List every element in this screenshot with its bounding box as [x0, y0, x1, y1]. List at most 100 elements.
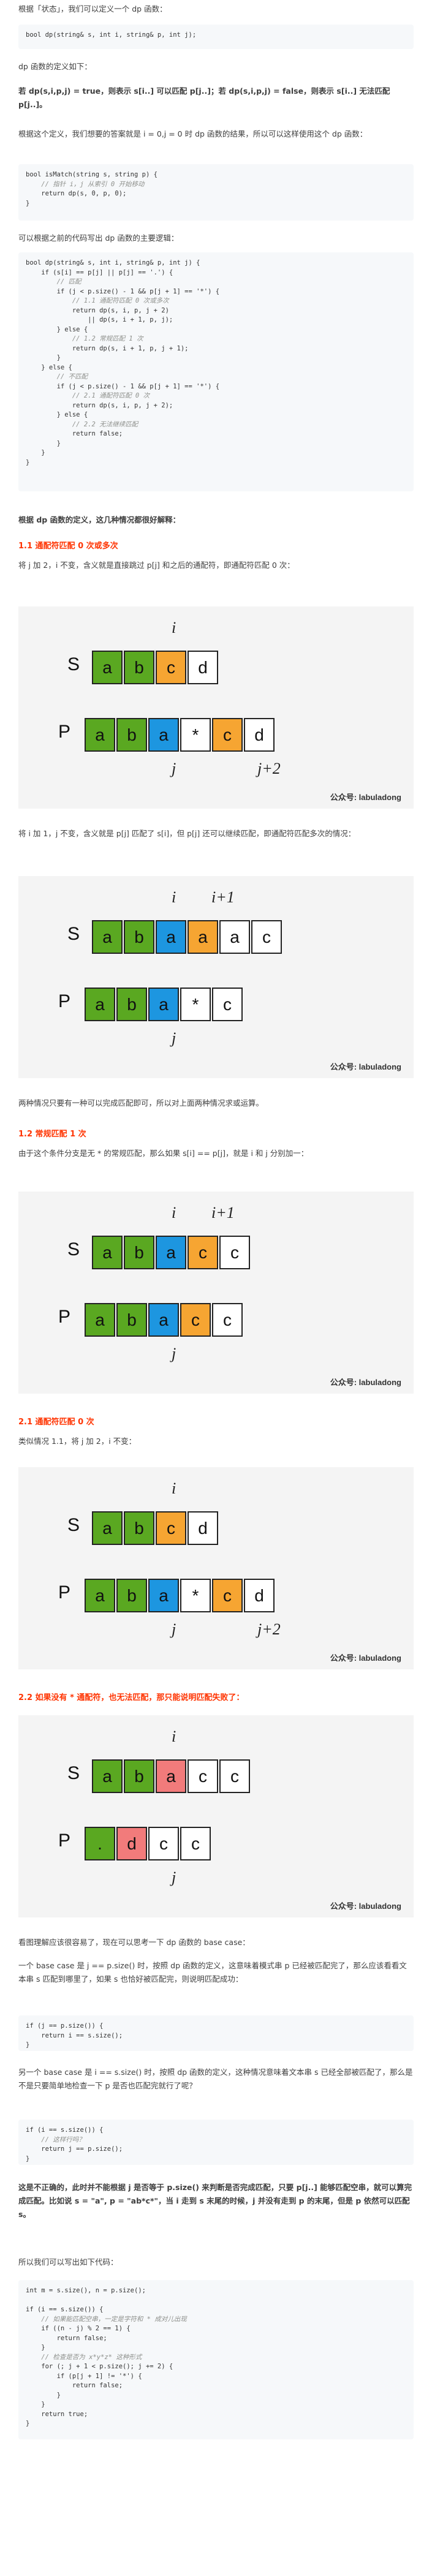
p-cell: d — [244, 1579, 275, 1612]
p-cell: . — [85, 1827, 115, 1860]
heading-1-2: 1.2 常规匹配 1 次 — [18, 1130, 86, 1139]
figure-1: 公众号: labuladong S Pa b c d a b a * c d i j j+2 — [18, 606, 414, 809]
code-line: // 1.1 通配符匹配 0 次或多次 — [26, 297, 169, 304]
p-cell: c — [212, 718, 243, 752]
watermark: 公众号: labuladong — [330, 1653, 401, 1663]
p-cell: a — [85, 1303, 115, 1337]
intro-line-5: 可以根据之前的代码写出 dp 函数的主要逻辑： — [18, 233, 179, 243]
p-row-label: P — [58, 1307, 71, 1327]
p-cell: c — [180, 1827, 211, 1860]
heading-2-1: 2.1 通配符匹配 0 次 — [18, 1418, 94, 1427]
p-cell: c — [180, 1303, 211, 1337]
s-cell: c — [251, 920, 282, 954]
para-2-1: 类似情况 1.1，将 j 加 2，i 不变： — [18, 1437, 137, 1446]
pointer-label: i — [172, 1479, 176, 1497]
code-line: // 1.2 常规匹配 1 次 — [26, 335, 143, 342]
watermark: 公众号: labuladong — [330, 1062, 401, 1071]
p-cell: c — [148, 1827, 179, 1860]
pointer-label: j+2 — [257, 1620, 281, 1638]
p-cell: b — [116, 1303, 147, 1337]
code-line: bool isMatch(string s, string p) { — [26, 171, 157, 178]
code-line: if (s[i] == p[j] || p[j] == '.') { — [26, 268, 173, 276]
pointer-label: j — [172, 1345, 176, 1362]
figure-5: 公众号: labuladong SPabacc.dccij — [18, 1715, 414, 1917]
code-line: // 这样行吗？ — [26, 2136, 85, 2144]
pointer-label: i — [172, 888, 176, 906]
p-row-label: P — [58, 991, 71, 1011]
code-line: } — [26, 2041, 30, 2049]
intro-line-3: 若 dp(s,i,p,j) = true，则表示 s[i..] 可以匹配 p[j… — [18, 86, 390, 109]
s-cell: a — [156, 1759, 186, 1793]
code-line: if (j < p.size() - 1 && p[j + 1] == '*')… — [26, 287, 220, 295]
s-cell: d — [188, 1511, 218, 1545]
code-line: } — [26, 439, 61, 447]
figure-3: 公众号: labuladong S Pa b a c c a b a c c i i+1 j — [18, 1192, 414, 1394]
s-cell: b — [124, 1511, 154, 1545]
para-1-1: 将 j 加 2，i 不变，含义就是直接跳过 p[j] 和之后的通配符，即通配符匹… — [18, 561, 295, 570]
p-cell: a — [148, 1303, 179, 1337]
s-cell: c — [188, 1759, 218, 1793]
p-cell: a — [85, 988, 115, 1021]
code-line: } — [26, 2344, 45, 2351]
s-cell: a — [188, 920, 218, 954]
code-line: if (p[j + 1] != '*') { — [26, 2372, 142, 2380]
p-cell: b — [116, 718, 147, 752]
pointer-label: i — [172, 1204, 176, 1222]
code-line: for (; j + 1 < p.size(); j += 2) { — [26, 2363, 173, 2370]
watermark: 公众号: labuladong — [330, 793, 401, 802]
p-cell: d — [116, 1827, 147, 1860]
p-cell: a — [148, 718, 179, 752]
s-row-label: S — [67, 1763, 80, 1783]
code-line: return false; — [26, 2334, 107, 2342]
p-cell: * — [180, 1579, 211, 1612]
code-line: return dp(s, i, p, j + 2); — [26, 401, 173, 409]
code-line: || dp(s, i + 1, p, j); — [26, 316, 173, 323]
s-cell: d — [188, 651, 218, 684]
para-base-3: 另一个 base case 是 i == s.size() 时，按照 dp 函数… — [18, 2068, 413, 2090]
p-cell: c — [212, 988, 243, 1021]
s-row-label: S — [67, 1515, 80, 1535]
s-cell: c — [219, 1236, 250, 1269]
pointer-label: i — [172, 619, 176, 636]
p-cell: a — [85, 718, 115, 752]
code-base-1: if (j == p.size()) { return i == s.size(… — [18, 2015, 414, 2051]
heading-2-2: 2.2 如果没有 * 通配符，也无法匹配，那只能说明匹配失败了： — [18, 1693, 244, 1702]
s-cell: b — [124, 1759, 154, 1793]
code-signature: bool dp(string& s, int i, string& p, int… — [18, 25, 414, 49]
code-line: return j == p.size(); — [26, 2145, 123, 2153]
s-row-label: S — [67, 654, 80, 674]
figure-4: 公众号: labuladong S Pa b c d a b a * c d i j j+2 — [18, 1467, 414, 1669]
code-line: return false; — [26, 2382, 123, 2389]
code-line: // 2.1 通配符匹配 0 次 — [26, 392, 150, 399]
code-line: return dp(s, 0, p, 0); — [26, 190, 127, 197]
code-line: // 指针 i，j 从索引 0 开始移动 — [26, 180, 145, 188]
code-line: } — [26, 2155, 30, 2162]
p-cell: b — [116, 1579, 147, 1612]
s-cell: b — [124, 651, 154, 684]
para-1-1-b: 将 i 加 1，j 不变，含义就是 p[j] 匹配了 s[i]，但 p[j] 还… — [18, 829, 356, 838]
code-ismatch: bool isMatch(string s, string p) { // 指针… — [18, 164, 414, 221]
pointer-label: i+1 — [211, 1204, 235, 1222]
p-cell: a — [85, 1579, 115, 1612]
s-cell: c — [156, 1511, 186, 1545]
pointer-label: j+2 — [257, 760, 281, 777]
code-line: if (j == p.size()) { — [26, 2022, 104, 2030]
article-page: 根据「状态」，我们可以定义一个 dp 函数： bool dp(string& s… — [0, 0, 432, 2576]
code-line: // 2.2 无法继续匹配 — [26, 420, 138, 428]
intro-line-1: 根据「状态」，我们可以定义一个 dp 函数： — [18, 4, 167, 13]
pointer-label: j — [172, 1029, 176, 1047]
p-row-label: P — [58, 722, 71, 742]
p-cell: b — [116, 988, 147, 1021]
s-cell: b — [124, 1236, 154, 1269]
code-line: return true; — [26, 2410, 88, 2418]
code-line: } — [26, 2391, 61, 2399]
intro-line-6: 根据 dp 函数的定义，这几种情况都很好解释： — [18, 515, 181, 524]
code-line: return dp(s, i, p, j + 2) — [26, 306, 169, 314]
s-cell: a — [156, 920, 186, 954]
code-line: // 检查是否为 x*y*z* 这种形式 — [26, 2353, 142, 2361]
code-line: return dp(s, i + 1, p, j + 1); — [26, 344, 189, 352]
s-row-label: S — [67, 924, 80, 944]
code-line: } else { — [26, 411, 88, 418]
para-base-4: 这是不正确的，此时并不能根据 j 是否等于 p.size() 来判断是否完成匹配… — [18, 2183, 412, 2219]
